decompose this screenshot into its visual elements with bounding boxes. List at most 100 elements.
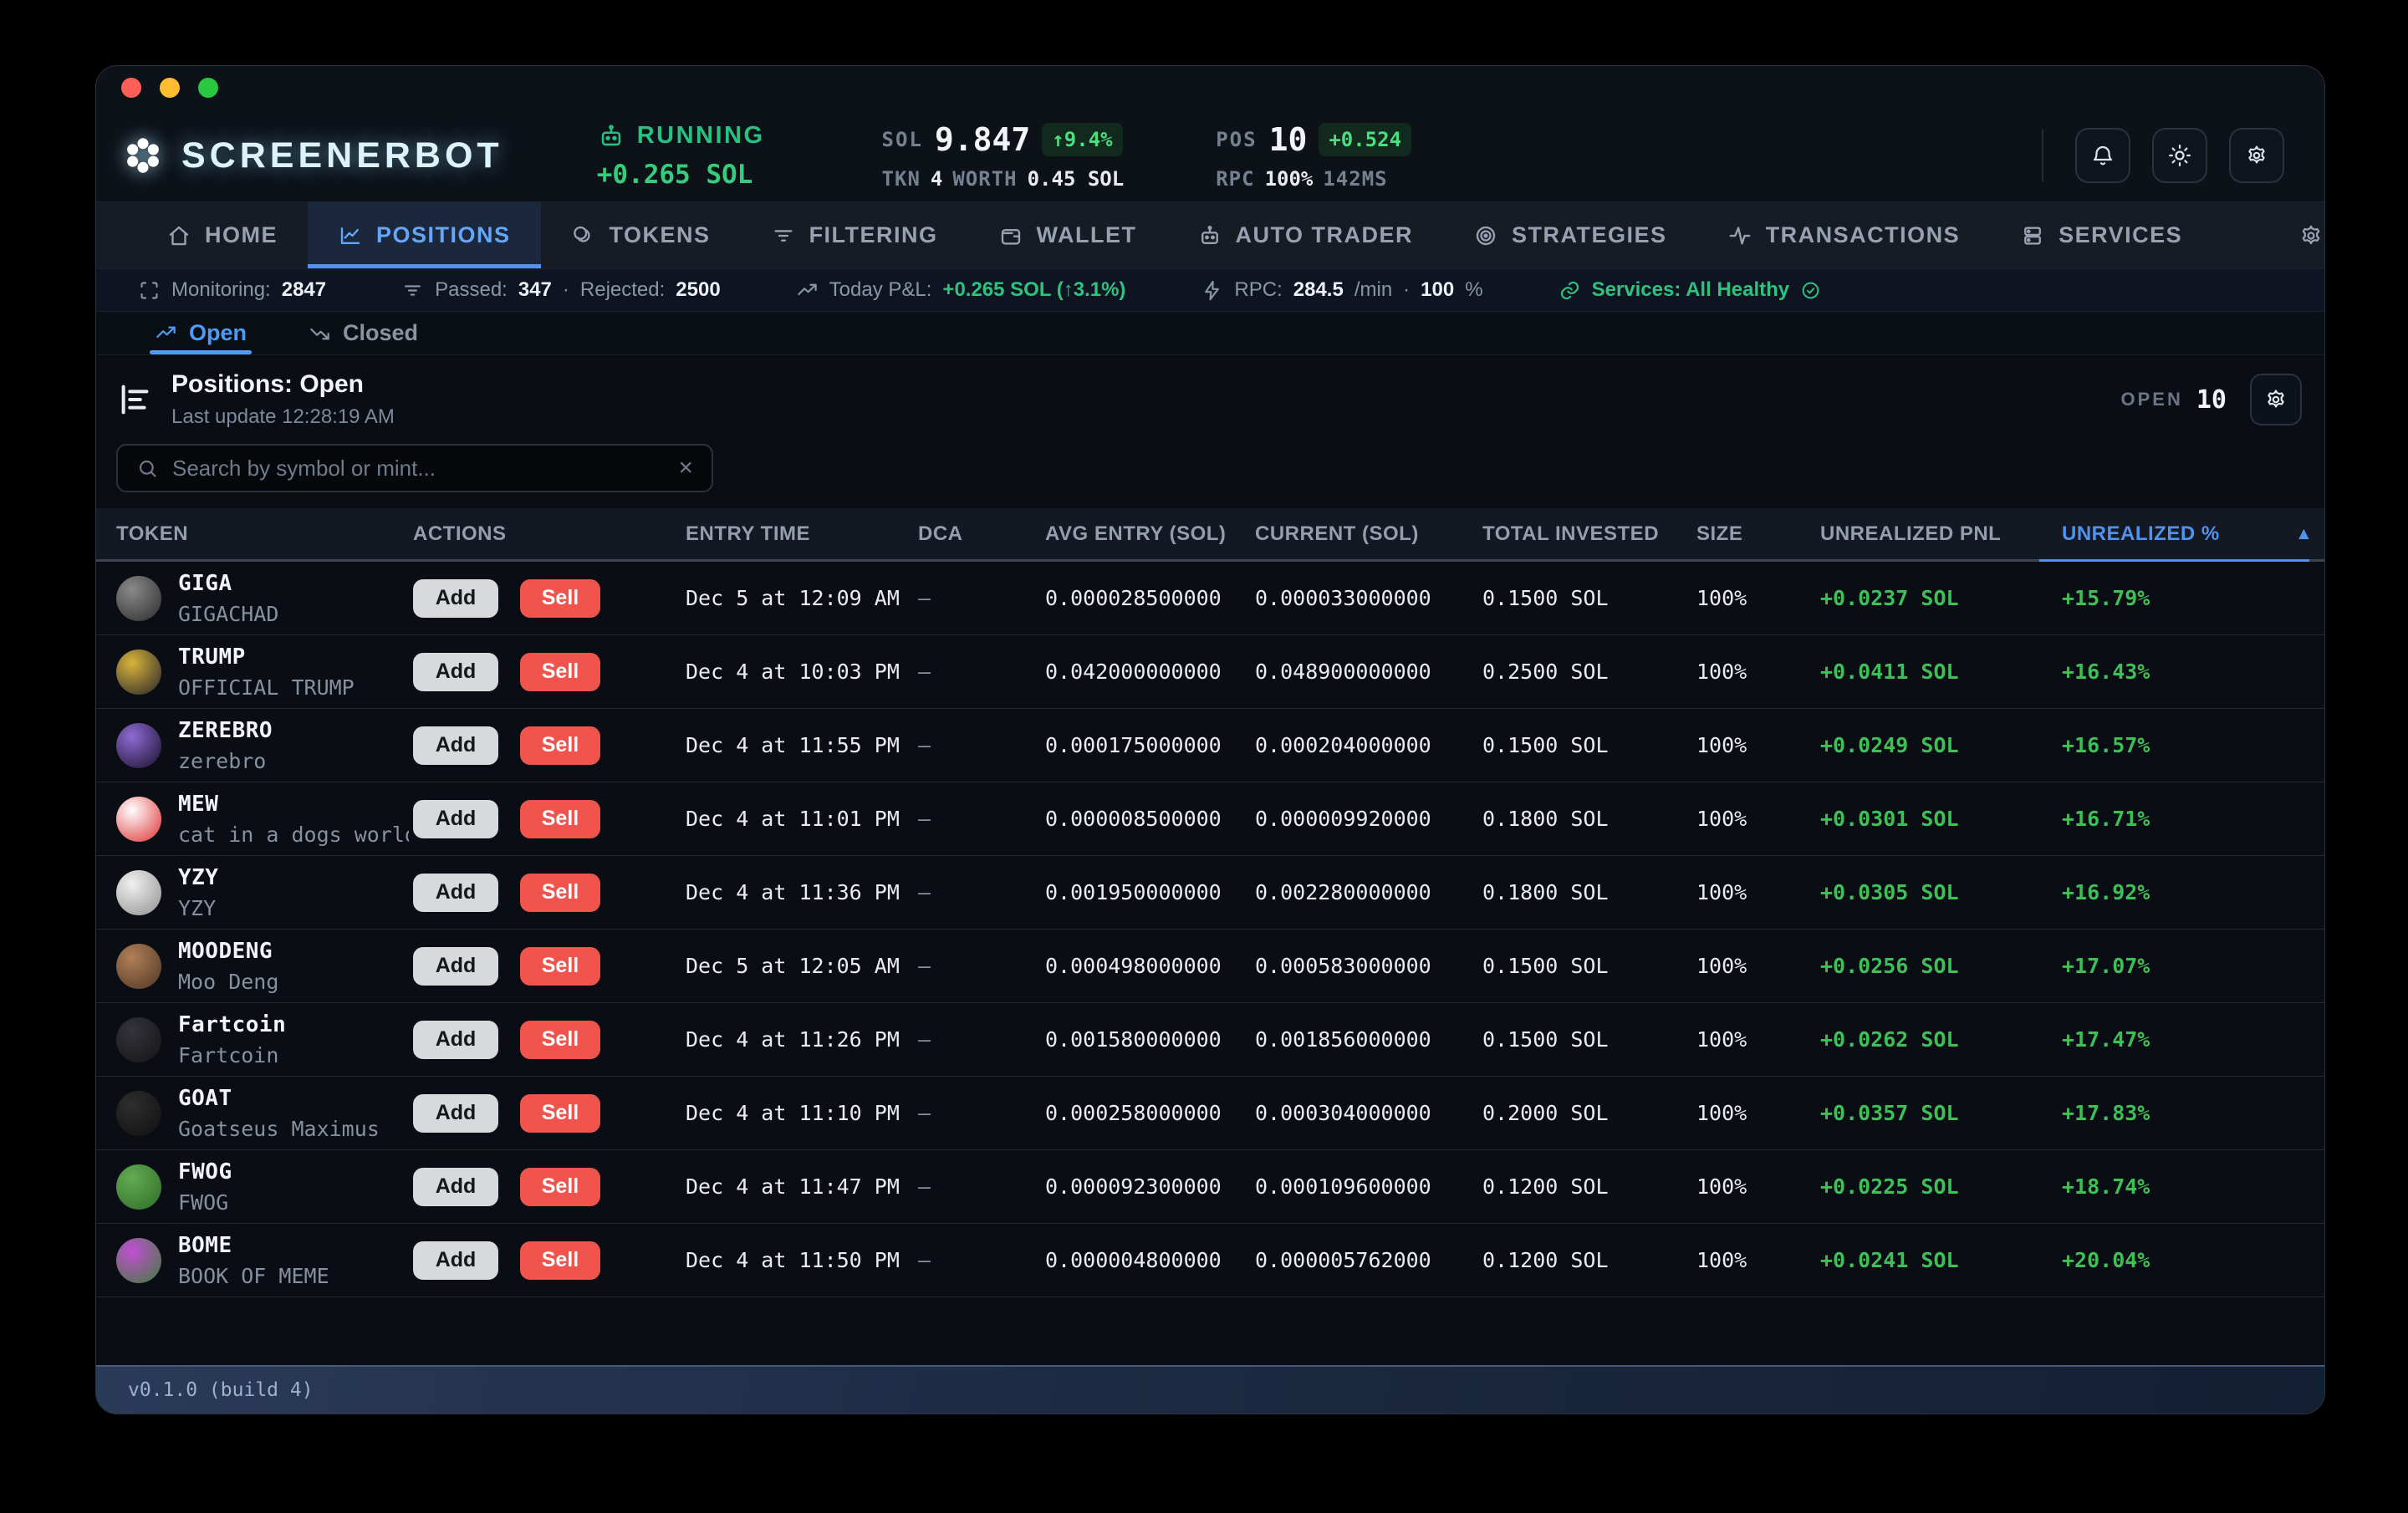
table-row[interactable]: GOAT Goatseus Maximus Add Sell Dec 4 at … bbox=[96, 1077, 2324, 1150]
col-size[interactable]: SIZE bbox=[1696, 522, 1820, 546]
theme-toggle-button[interactable] bbox=[2152, 128, 2207, 183]
nav-overflow[interactable] bbox=[2298, 202, 2324, 268]
sell-button[interactable]: Sell bbox=[520, 1168, 600, 1206]
unrealized-pct-value: +17.83% bbox=[2062, 1101, 2295, 1125]
token-symbol: GIGA bbox=[178, 571, 278, 596]
add-button[interactable]: Add bbox=[413, 874, 498, 912]
token-name: Fartcoin bbox=[178, 1043, 286, 1067]
add-button[interactable]: Add bbox=[413, 800, 498, 838]
minimize-window-button[interactable] bbox=[160, 78, 180, 98]
today-pnl-status: Today P&L: +0.265 SOL (↑3.1%) bbox=[796, 278, 1126, 302]
sell-button[interactable]: Sell bbox=[520, 800, 600, 838]
rpc-latency: 142MS bbox=[1323, 167, 1387, 191]
token-cell: GOAT Goatseus Maximus bbox=[116, 1086, 413, 1141]
avg-entry-value: 0.000092300000 bbox=[1045, 1174, 1255, 1199]
col-current[interactable]: CURRENT (SOL) bbox=[1255, 522, 1482, 546]
nav-tab-wallet[interactable]: WALLET bbox=[968, 202, 1167, 268]
table-row[interactable]: Fartcoin Fartcoin Add Sell Dec 4 at 11:2… bbox=[96, 1003, 2324, 1077]
table-empty-space bbox=[96, 1297, 2324, 1365]
search-input[interactable] bbox=[172, 456, 665, 481]
nav-label-positions: POSITIONS bbox=[376, 222, 511, 248]
pnl-value: +0.265 SOL (↑3.1%) bbox=[942, 278, 1125, 302]
tkn-label: TKN bbox=[882, 167, 921, 191]
token-name: cat in a dogs world bbox=[178, 823, 409, 847]
nav-tab-tokens[interactable]: TOKENS bbox=[541, 202, 741, 268]
token-cell: BOME BOOK OF MEME bbox=[116, 1233, 413, 1288]
table-row[interactable]: YZY YZY Add Sell Dec 4 at 11:36 PM – 0.0… bbox=[96, 856, 2324, 930]
token-name: BOOK OF MEME bbox=[178, 1264, 329, 1288]
nav-tab-home[interactable]: HOME bbox=[136, 202, 308, 268]
maximize-window-button[interactable] bbox=[198, 78, 218, 98]
nav-tab-services[interactable]: SERVICES bbox=[1990, 202, 2212, 268]
current-value: 0.048900000000 bbox=[1255, 660, 1482, 684]
col-entry-time[interactable]: ENTRY TIME bbox=[686, 522, 918, 546]
col-unrealized-pct[interactable]: UNREALIZED % bbox=[2062, 522, 2295, 546]
total-invested-value: 0.1200 SOL bbox=[1482, 1248, 1696, 1272]
col-total-invested[interactable]: TOTAL INVESTED bbox=[1482, 522, 1696, 546]
nav-tab-strategies[interactable]: STRATEGIES bbox=[1443, 202, 1697, 268]
add-button[interactable]: Add bbox=[413, 1021, 498, 1059]
table-header: TOKEN ACTIONS ENTRY TIME DCA AVG ENTRY (… bbox=[96, 508, 2324, 562]
tab-open[interactable]: Open bbox=[150, 312, 252, 354]
screenerbot-logo-icon bbox=[121, 134, 165, 177]
sell-button[interactable]: Sell bbox=[520, 1241, 600, 1280]
col-unrealized-pnl[interactable]: UNREALIZED PNL bbox=[1820, 522, 2062, 546]
unrealized-pnl-value: +0.0225 SOL bbox=[1820, 1174, 2062, 1199]
sol-change-badge: ↑9.4% bbox=[1042, 123, 1122, 156]
token-cell: YZY YZY bbox=[116, 865, 413, 920]
table-row[interactable]: MEW cat in a dogs world Add Sell Dec 4 a… bbox=[96, 782, 2324, 856]
add-button[interactable]: Add bbox=[413, 1241, 498, 1280]
add-button[interactable]: Add bbox=[413, 653, 498, 691]
sell-button[interactable]: Sell bbox=[520, 579, 600, 618]
token-symbol: ZEREBRO bbox=[178, 718, 273, 743]
table-row[interactable]: MOODENG Moo Deng Add Sell Dec 5 at 12:05… bbox=[96, 930, 2324, 1003]
sell-button[interactable]: Sell bbox=[520, 874, 600, 912]
add-button[interactable]: Add bbox=[413, 726, 498, 765]
col-token[interactable]: TOKEN bbox=[116, 522, 413, 546]
nav-tab-auto-trader[interactable]: AUTO TRADER bbox=[1167, 202, 1444, 268]
entry-time: Dec 4 at 11:36 PM bbox=[686, 880, 918, 904]
add-button[interactable]: Add bbox=[413, 1094, 498, 1133]
add-button[interactable]: Add bbox=[413, 1168, 498, 1206]
pos-label: POS bbox=[1216, 128, 1257, 151]
rpc-health: 100% bbox=[1265, 167, 1314, 191]
col-avg-entry[interactable]: AVG ENTRY (SOL) bbox=[1045, 522, 1255, 546]
table-row[interactable]: FWOG FWOG Add Sell Dec 4 at 11:47 PM – 0… bbox=[96, 1150, 2324, 1224]
close-window-button[interactable] bbox=[121, 78, 141, 98]
positions-table-body: GIGA GIGACHAD Add Sell Dec 5 at 12:09 AM… bbox=[96, 562, 2324, 1297]
clear-search-icon[interactable]: × bbox=[678, 456, 693, 481]
nav-tab-positions[interactable]: POSITIONS bbox=[308, 202, 541, 268]
unrealized-pct-value: +15.79% bbox=[2062, 586, 2295, 610]
sort-ascending-icon[interactable]: ▲ bbox=[2295, 524, 2325, 544]
search-box[interactable]: × bbox=[116, 444, 713, 492]
table-row[interactable]: TRUMP OFFICIAL TRUMP Add Sell Dec 4 at 1… bbox=[96, 635, 2324, 709]
notifications-button[interactable] bbox=[2075, 128, 2130, 183]
sell-button[interactable]: Sell bbox=[520, 653, 600, 691]
settings-button[interactable] bbox=[2229, 128, 2284, 183]
table-row[interactable]: ZEREBRO zerebro Add Sell Dec 4 at 11:55 … bbox=[96, 709, 2324, 782]
sell-button[interactable]: Sell bbox=[520, 1094, 600, 1133]
home-icon bbox=[166, 223, 191, 248]
rpc-percent: 100 bbox=[1421, 278, 1454, 302]
token-cell: ZEREBRO zerebro bbox=[116, 718, 413, 773]
actions-cell: Add Sell bbox=[413, 1094, 686, 1133]
table-row[interactable]: GIGA GIGACHAD Add Sell Dec 5 at 12:09 AM… bbox=[96, 562, 2324, 635]
nav-tab-transactions[interactable]: TRANSACTIONS bbox=[1697, 202, 1991, 268]
col-actions[interactable]: ACTIONS bbox=[413, 522, 686, 546]
sell-button[interactable]: Sell bbox=[520, 726, 600, 765]
table-row[interactable]: BOME BOOK OF MEME Add Sell Dec 4 at 11:5… bbox=[96, 1224, 2324, 1297]
titlebar bbox=[96, 66, 2324, 110]
current-value: 0.002280000000 bbox=[1255, 880, 1482, 904]
entry-time: Dec 4 at 11:55 PM bbox=[686, 733, 918, 757]
sell-button[interactable]: Sell bbox=[520, 1021, 600, 1059]
tab-closed[interactable]: Closed bbox=[304, 312, 423, 354]
table-settings-button[interactable] bbox=[2250, 374, 2302, 425]
add-button[interactable]: Add bbox=[413, 947, 498, 986]
sell-button[interactable]: Sell bbox=[520, 947, 600, 986]
nav-tab-filtering[interactable]: FILTERING bbox=[741, 202, 968, 268]
sun-icon bbox=[2167, 143, 2192, 168]
dot-separator: · bbox=[563, 278, 569, 302]
rpc-status: RPC: 284.5 /min · 100 % bbox=[1201, 278, 1482, 302]
add-button[interactable]: Add bbox=[413, 579, 498, 618]
col-dca[interactable]: DCA bbox=[918, 522, 1045, 546]
